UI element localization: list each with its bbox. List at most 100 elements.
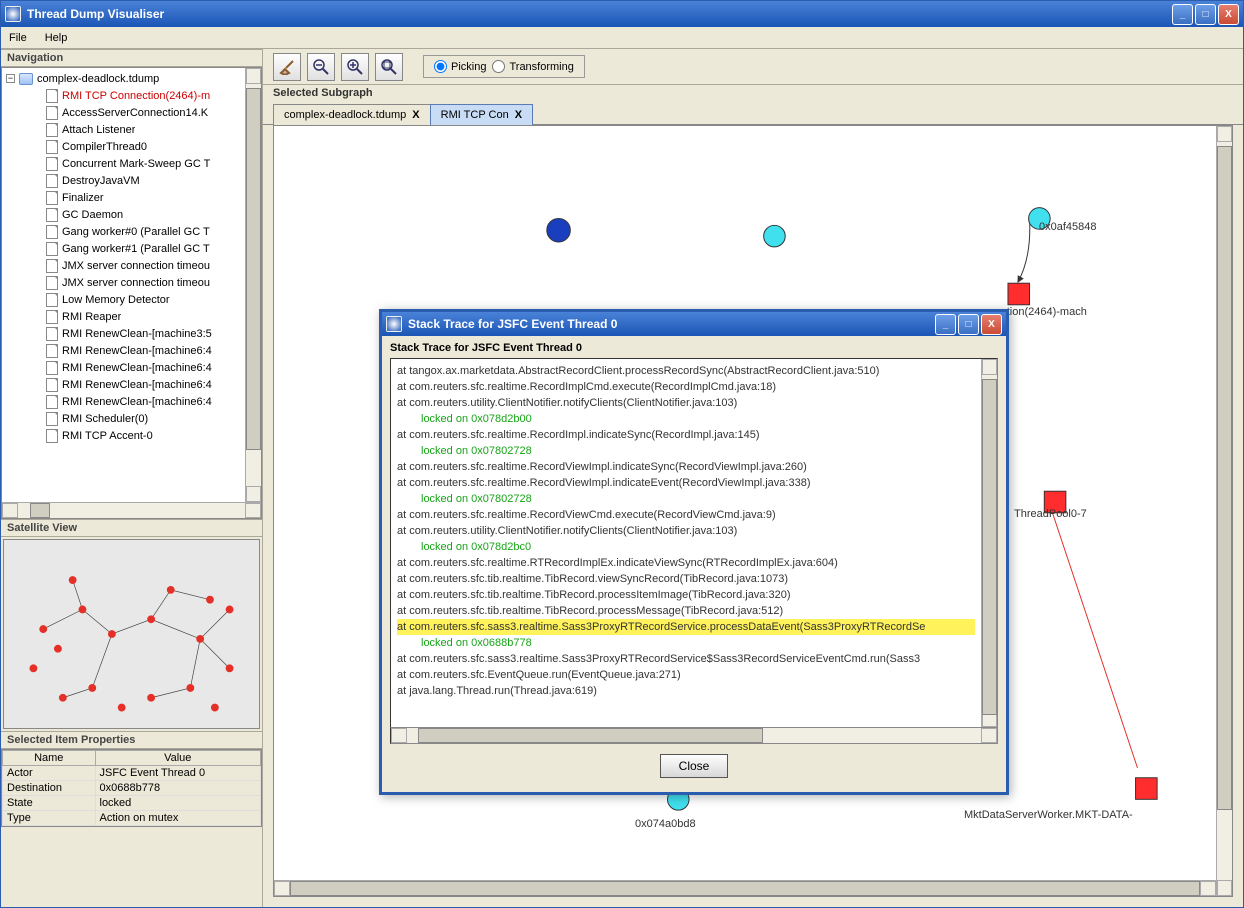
navigation-tree[interactable]: −complex-deadlock.tdumpRMI TCP Connectio… (2, 68, 245, 502)
tree-label: Gang worker#0 (Parallel GC T (62, 226, 210, 238)
scroll-thumb[interactable] (246, 88, 261, 450)
tree-item[interactable]: Concurrent Mark-Sweep GC T (4, 155, 243, 172)
tree-item[interactable]: RMI Scheduler(0) (4, 410, 243, 427)
dialog-minimize-button[interactable]: _ (935, 314, 956, 335)
scroll-thumb[interactable] (1217, 146, 1232, 810)
scroll-right-icon[interactable] (245, 503, 261, 518)
canvas-hscroll[interactable] (274, 880, 1216, 896)
close-button[interactable]: X (1218, 4, 1239, 25)
table-row[interactable]: Destination0x0688b778 (3, 781, 261, 796)
mode-picking[interactable]: Picking (434, 60, 486, 73)
scroll-thumb[interactable] (418, 728, 762, 743)
tree-item[interactable]: Gang worker#1 (Parallel GC T (4, 240, 243, 257)
tree-root[interactable]: −complex-deadlock.tdump (4, 70, 243, 87)
tree-item[interactable]: RMI RenewClean-[machine6:4 (4, 342, 243, 359)
document-icon (46, 327, 58, 341)
tree-item[interactable]: RMI RenewClean-[machine6:4 (4, 376, 243, 393)
document-icon (46, 378, 58, 392)
tree-item[interactable]: Attach Listener (4, 121, 243, 138)
trace-line: locked on 0x078d2b00 (397, 411, 975, 427)
zoom-out-icon[interactable] (307, 53, 335, 81)
tree-hscroll[interactable] (2, 502, 261, 518)
tree-item[interactable]: CompilerThread0 (4, 138, 243, 155)
scroll-thumb[interactable] (30, 503, 50, 518)
document-icon (46, 412, 58, 426)
mode-transforming[interactable]: Transforming (492, 60, 573, 73)
scroll-left-icon[interactable] (274, 881, 290, 896)
navigation-title: Navigation (1, 49, 262, 67)
tree-vscroll[interactable] (245, 68, 261, 502)
scroll-thumb[interactable] (982, 379, 997, 715)
props-header-value[interactable]: Value (95, 751, 261, 766)
collapse-icon[interactable]: − (6, 74, 15, 83)
tree-item[interactable]: JMX server connection timeou (4, 274, 243, 291)
close-button[interactable]: Close (660, 754, 729, 778)
tree-item[interactable]: Low Memory Detector (4, 291, 243, 308)
tree-item[interactable]: RMI TCP Connection(2464)-m (4, 87, 243, 104)
scroll-up-icon[interactable] (982, 359, 997, 375)
document-icon (46, 106, 58, 120)
dialog-close-button[interactable]: X (981, 314, 1002, 335)
tree-item[interactable]: RMI RenewClean-[machine6:4 (4, 359, 243, 376)
tree-item[interactable]: RMI RenewClean-[machine3:5 (4, 325, 243, 342)
table-row[interactable]: Statelocked (3, 796, 261, 811)
zoom-fit-icon[interactable] (375, 53, 403, 81)
tree-label: RMI RenewClean-[machine6:4 (62, 362, 212, 374)
trace-hscroll[interactable] (390, 728, 998, 744)
stack-trace[interactable]: at tangox.ax.marketdata.AbstractRecordCl… (391, 359, 981, 727)
scroll-down-icon[interactable] (246, 486, 261, 502)
tree-item[interactable]: RMI Reaper (4, 308, 243, 325)
table-row[interactable]: ActorJSFC Event Thread 0 (3, 766, 261, 781)
tab-close-icon[interactable]: X (515, 109, 522, 121)
prop-value: JSFC Event Thread 0 (95, 766, 261, 781)
tree-item[interactable]: JMX server connection timeou (4, 257, 243, 274)
scroll-up-icon[interactable] (246, 68, 261, 84)
scroll-down-icon[interactable] (1217, 880, 1232, 896)
minimize-button[interactable]: _ (1172, 4, 1193, 25)
mode-picking-radio[interactable] (434, 60, 447, 73)
prop-name: Destination (3, 781, 96, 796)
document-icon (46, 140, 58, 154)
trace-vscroll[interactable] (981, 359, 997, 727)
tab-close-icon[interactable]: X (412, 109, 419, 121)
prop-name: Type (3, 811, 96, 826)
trace-line: at com.reuters.sfc.tib.realtime.TibRecor… (397, 603, 975, 619)
navigation-tree-wrap: −complex-deadlock.tdumpRMI TCP Connectio… (1, 67, 262, 519)
tree-item[interactable]: GC Daemon (4, 206, 243, 223)
tab[interactable]: RMI TCP Con X (430, 104, 533, 125)
scroll-left-icon[interactable] (2, 503, 18, 518)
brush-icon[interactable] (273, 53, 301, 81)
document-icon (46, 225, 58, 239)
dialog-maximize-button[interactable]: □ (958, 314, 979, 335)
table-row[interactable]: TypeAction on mutex (3, 811, 261, 826)
dialog-titlebar[interactable]: Stack Trace for JSFC Event Thread 0 _ □ … (382, 312, 1006, 336)
satellite-view[interactable] (3, 539, 260, 729)
graph-node-label: MktDataServerWorker.MKT-DATA- (964, 809, 1133, 821)
tree-item[interactable]: Gang worker#0 (Parallel GC T (4, 223, 243, 240)
canvas-vscroll[interactable] (1216, 126, 1232, 896)
mode-transforming-radio[interactable] (492, 60, 505, 73)
props-header-name[interactable]: Name (3, 751, 96, 766)
menu-file[interactable]: File (5, 30, 31, 46)
menu-help[interactable]: Help (41, 30, 72, 46)
graph-node-label: 0x074a0bd8 (635, 818, 696, 830)
tree-item[interactable]: RMI RenewClean-[machine6:4 (4, 393, 243, 410)
properties-table: Name Value ActorJSFC Event Thread 0Desti… (1, 749, 262, 827)
scroll-left-icon[interactable] (391, 728, 407, 743)
scroll-right-icon[interactable] (1200, 881, 1216, 896)
trace-line: at com.reuters.utility.ClientNotifier.no… (397, 523, 975, 539)
tree-item[interactable]: RMI TCP Accent-0 (4, 427, 243, 444)
zoom-in-icon[interactable] (341, 53, 369, 81)
trace-line: at com.reuters.sfc.sass3.realtime.Sass3P… (397, 619, 975, 635)
trace-line: locked on 0x07802728 (397, 491, 975, 507)
tab[interactable]: complex-deadlock.tdump X (273, 104, 431, 125)
tree-item[interactable]: AccessServerConnection14.K (4, 104, 243, 121)
trace-line: at com.reuters.sfc.realtime.RecordViewCm… (397, 507, 975, 523)
title-bar[interactable]: Thread Dump Visualiser _ □ X (1, 1, 1243, 27)
scroll-right-icon[interactable] (981, 728, 997, 743)
scroll-thumb[interactable] (290, 881, 1200, 896)
tree-item[interactable]: Finalizer (4, 189, 243, 206)
tree-item[interactable]: DestroyJavaVM (4, 172, 243, 189)
scroll-up-icon[interactable] (1217, 126, 1232, 142)
maximize-button[interactable]: □ (1195, 4, 1216, 25)
